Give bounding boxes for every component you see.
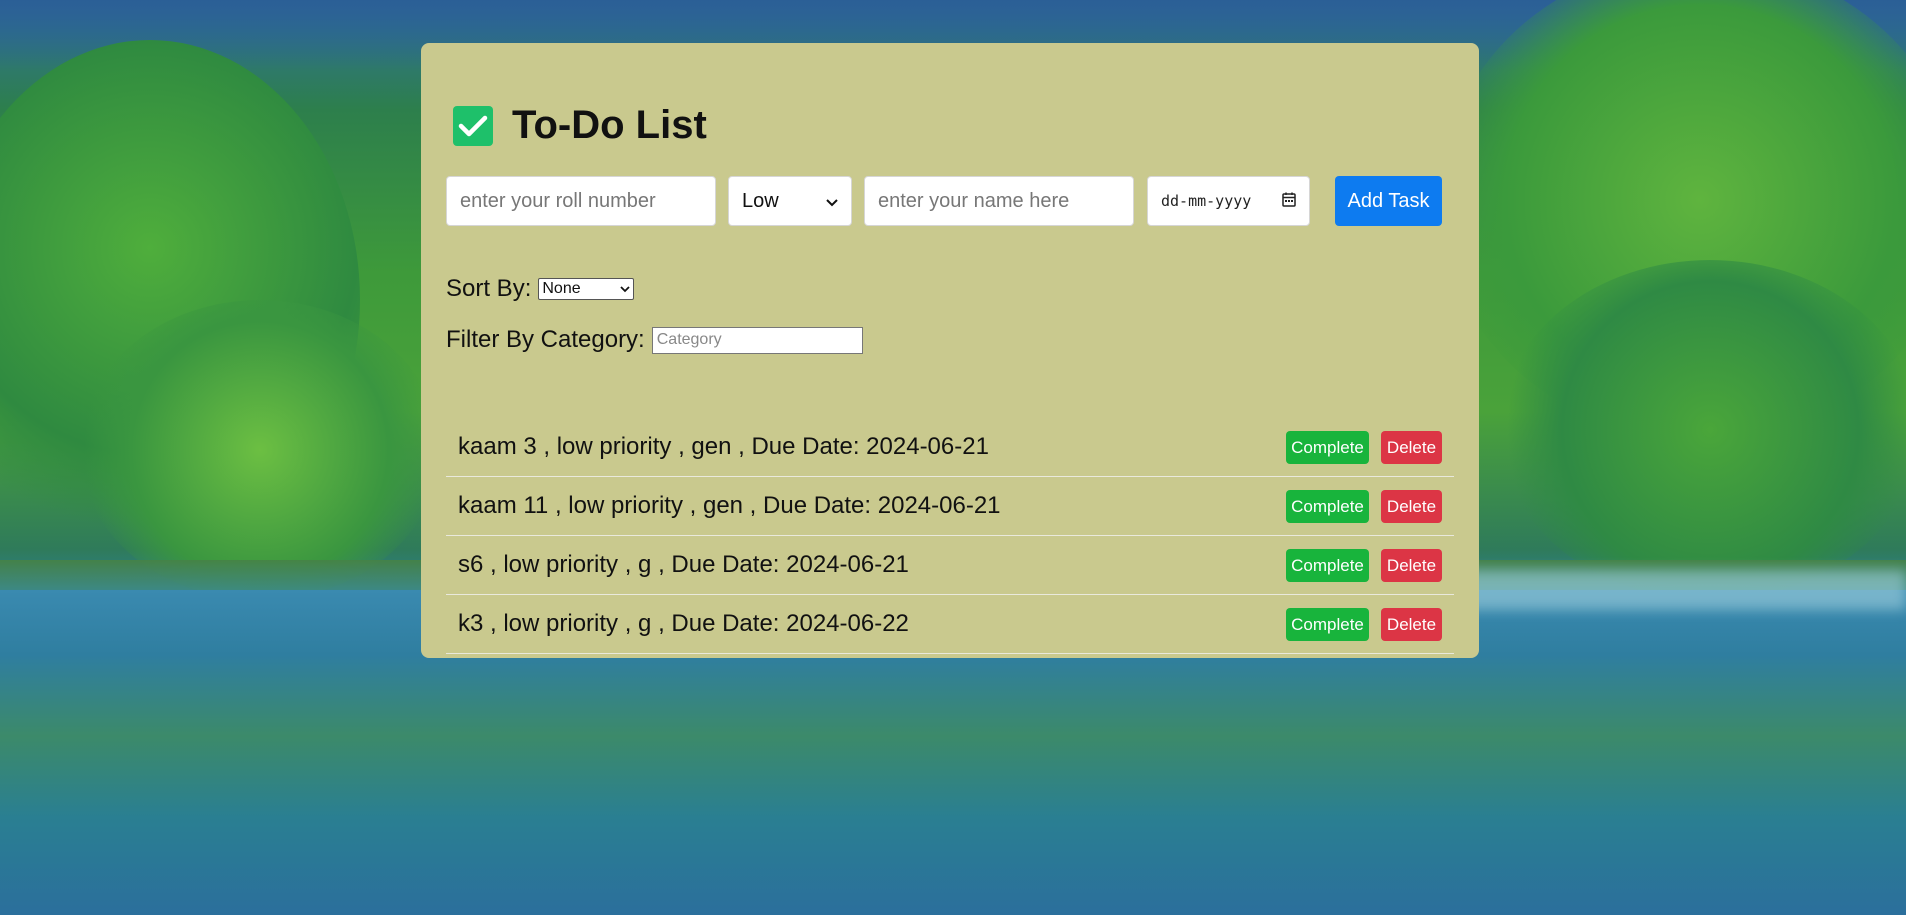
date-placeholder: dd-mm-yyyy [1161, 192, 1252, 210]
category-placeholder: Category [656, 331, 722, 348]
task-list: kaam 3 , low priority , gen , Due Date: … [446, 418, 1454, 654]
chevron-down-icon [826, 190, 838, 213]
priority-value: Low [742, 189, 779, 212]
due-date-input[interactable]: dd-mm-yyyy [1147, 176, 1310, 226]
complete-button[interactable]: Complete [1286, 431, 1369, 464]
roll-number-input[interactable]: enter your roll number [446, 176, 716, 226]
sort-control: Sort By: None [446, 275, 635, 303]
task-item: kaam 3 , low priority , gen , Due Date: … [446, 418, 1454, 477]
task-text: kaam 3 , low priority , gen , Due Date: … [458, 433, 989, 460]
sort-value: None [542, 280, 581, 297]
chevron-down-icon [620, 280, 630, 298]
task-item: k3 , low priority , g , Due Date: 2024-0… [446, 595, 1454, 654]
delete-button[interactable]: Delete [1381, 608, 1442, 641]
background-tree [1500, 260, 1906, 600]
priority-select[interactable]: Low [728, 176, 852, 226]
add-task-button[interactable]: Add Task [1335, 176, 1442, 226]
header: To-Do List [453, 103, 707, 148]
delete-button[interactable]: Delete [1381, 490, 1442, 523]
name-input[interactable]: enter your name here [864, 176, 1134, 226]
todo-panel: To-Do List enter your roll number Low en… [421, 43, 1479, 658]
roll-number-placeholder: enter your roll number [460, 189, 656, 212]
calendar-icon[interactable] [1282, 192, 1296, 211]
category-filter-input[interactable]: Category [651, 326, 863, 354]
background-tree [80, 300, 440, 600]
complete-button[interactable]: Complete [1286, 490, 1369, 523]
task-item: kaam 11 , low priority , gen , Due Date:… [446, 477, 1454, 536]
page-title: To-Do List [512, 103, 707, 147]
delete-button[interactable]: Delete [1381, 549, 1442, 582]
complete-button[interactable]: Complete [1286, 608, 1369, 641]
task-text: s6 , low priority , g , Due Date: 2024-0… [458, 551, 909, 578]
delete-button[interactable]: Delete [1381, 431, 1442, 464]
task-text: k3 , low priority , g , Due Date: 2024-0… [458, 610, 909, 637]
task-text: kaam 11 , low priority , gen , Due Date:… [458, 492, 1001, 519]
task-item: s6 , low priority , g , Due Date: 2024-0… [446, 536, 1454, 595]
sort-label: Sort By: [446, 275, 532, 302]
check-box-icon [453, 105, 493, 146]
filter-control: Filter By Category: Category [446, 326, 863, 354]
complete-button[interactable]: Complete [1286, 549, 1369, 582]
name-placeholder: enter your name here [878, 189, 1070, 212]
sort-select[interactable]: None [538, 278, 635, 300]
filter-label: Filter By Category: [446, 326, 645, 353]
